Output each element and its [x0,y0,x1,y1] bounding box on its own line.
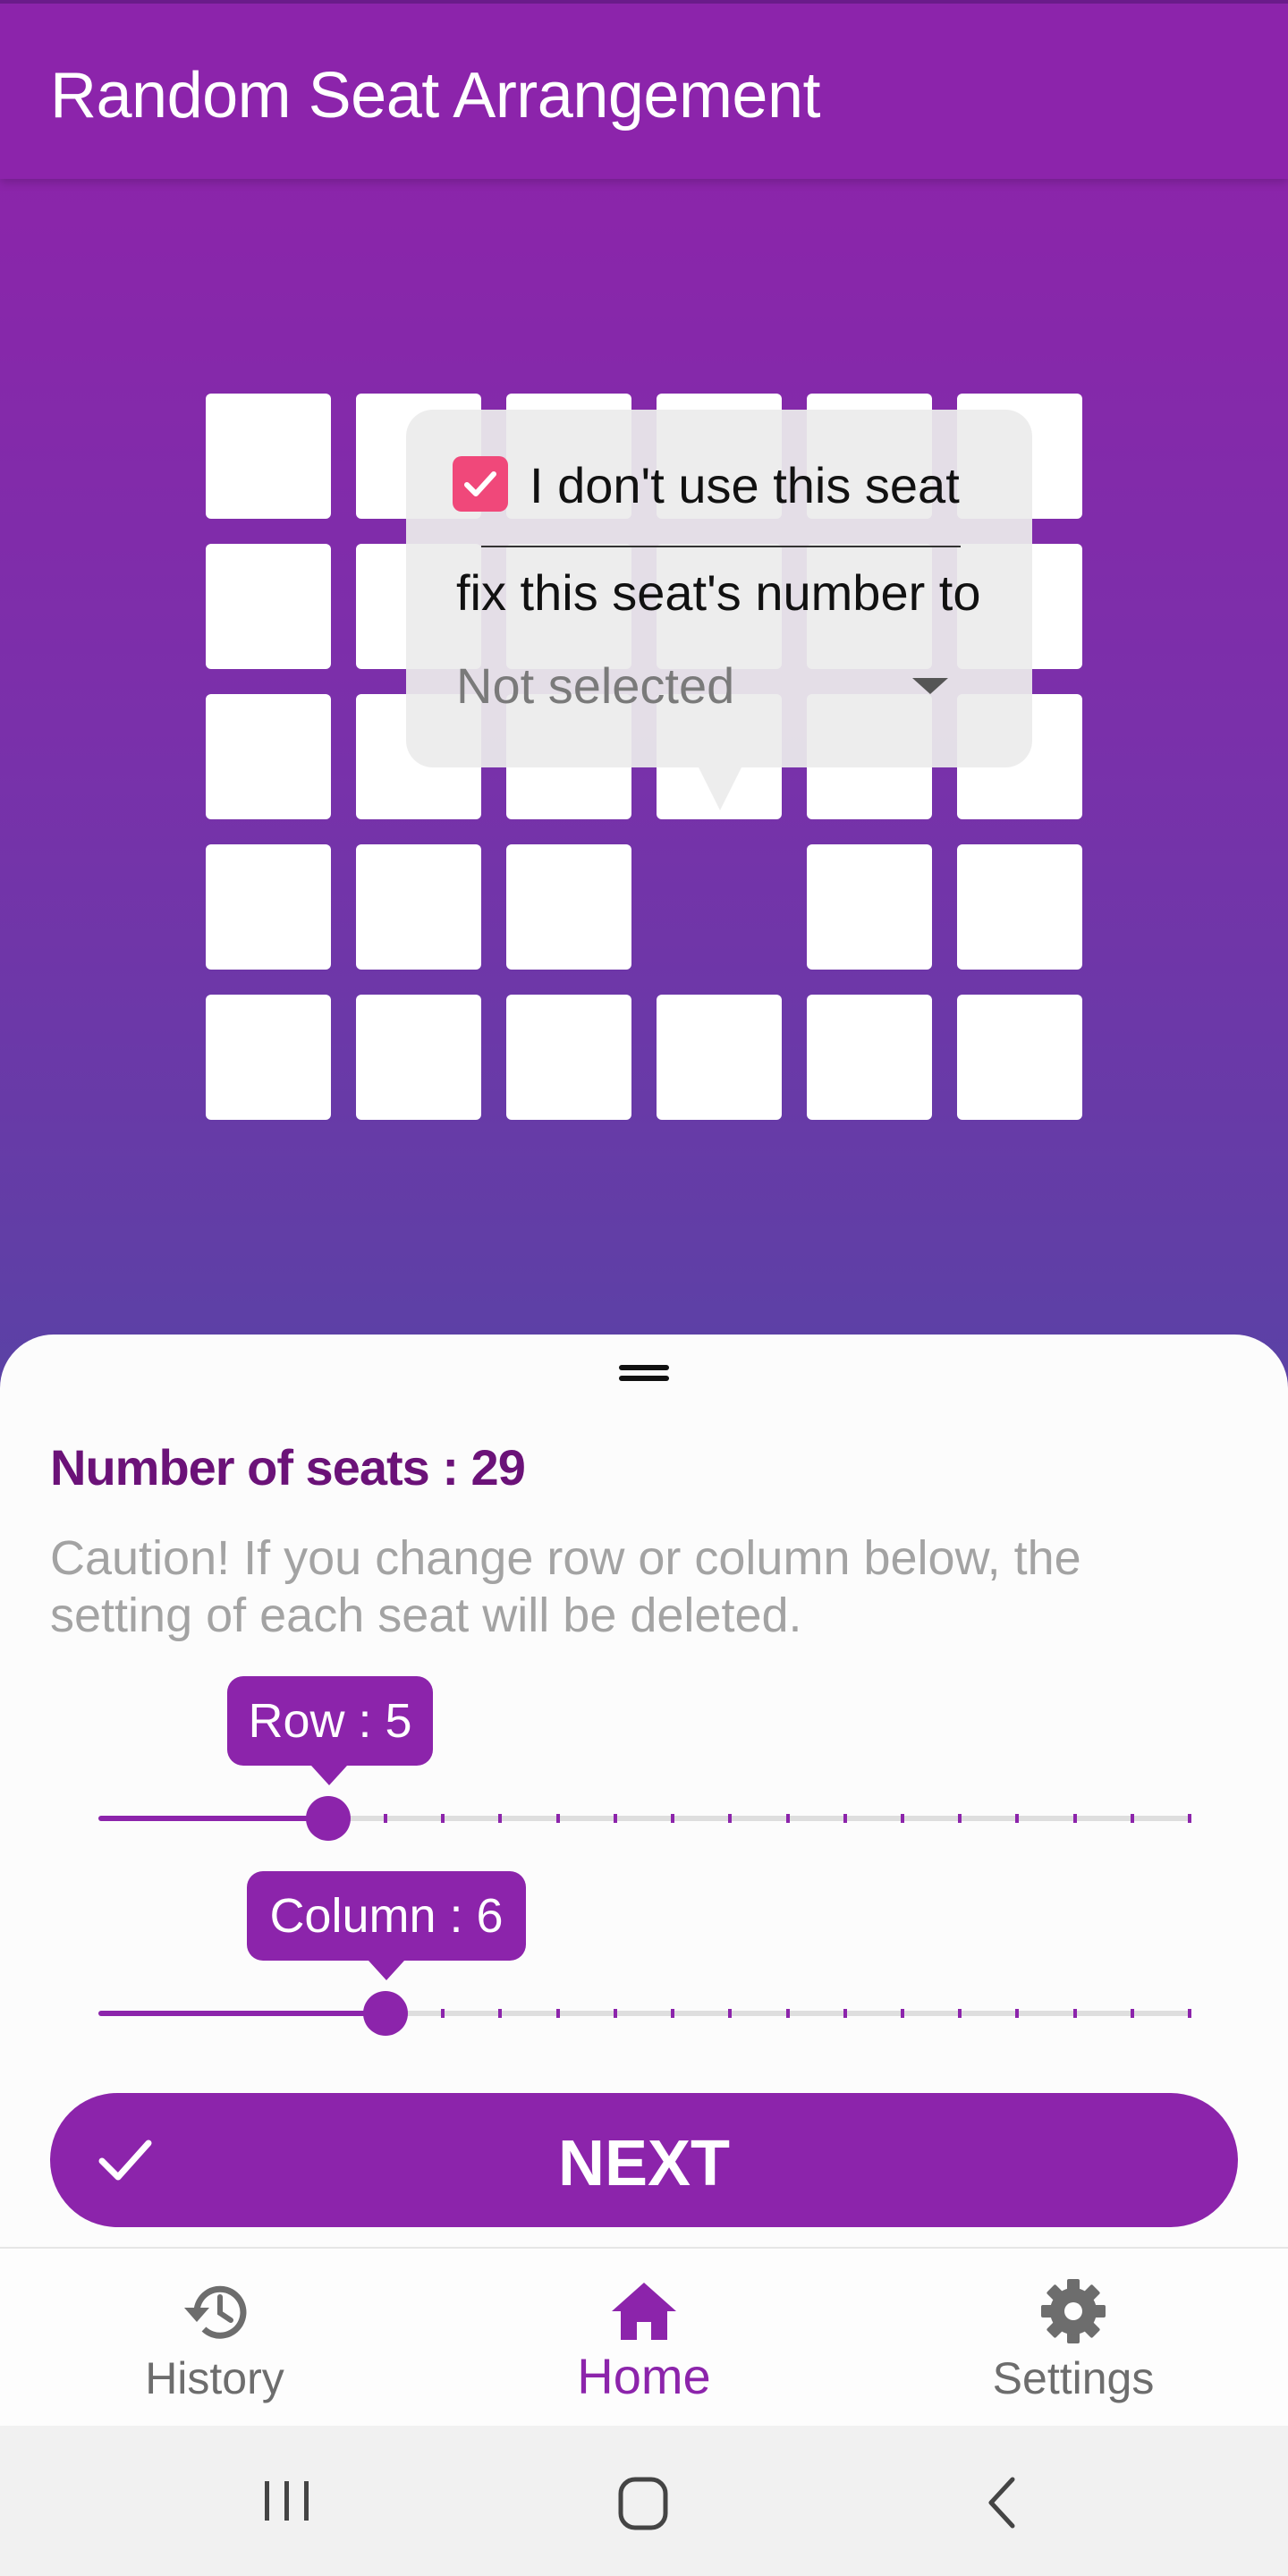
column-slider-tick [843,2009,847,2018]
dropdown-caret-icon[interactable] [912,678,948,694]
divider [481,546,961,547]
row-slider-fill [98,1816,328,1821]
row-slider-tick [1130,1814,1134,1823]
column-slider-tick [1130,2009,1134,2018]
gear-icon [1041,2279,1106,2343]
column-slider-tick [958,2009,962,2018]
back-icon[interactable] [984,2476,1020,2529]
row-slider-tick [613,1814,617,1823]
seat-options-popup: I don't use this seat fix this seat's nu… [406,410,1032,767]
seat[interactable] [356,844,481,970]
row-slider-thumb[interactable] [305,1796,351,1841]
column-value-label: Column : 6 [269,1889,504,1943]
seat[interactable] [206,394,331,519]
row-value-bubble: Row : 5 [227,1676,433,1766]
column-slider-tick [1188,2009,1191,2018]
seat[interactable] [657,995,782,1120]
popup-pointer [699,767,741,810]
check-icon [464,471,496,496]
nav-label-history: History [145,2353,284,2403]
sheet-drag-handle[interactable] [619,1361,669,1383]
fix-seat-number-label: fix this seat's number to [456,564,981,621]
column-slider-fill [98,2011,386,2016]
column-slider-thumb[interactable] [363,1991,409,2036]
seat[interactable] [206,544,331,669]
nav-item-home[interactable]: Home [501,2249,787,2428]
page-title: Random Seat Arrangement [50,60,821,131]
row-bubble-pointer [311,1766,347,1785]
row-slider-tick [1072,1814,1077,1823]
seat[interactable] [506,844,631,970]
column-slider-tick [498,2009,503,2018]
column-slider-tick [728,2009,733,2018]
seat[interactable] [957,844,1082,970]
bottom-navigation: History Home Settings [0,2247,1288,2426]
row-slider-tick [671,1814,675,1823]
column-slider-tick [671,2009,675,2018]
seat-count: Number of seats : 29 [50,1439,526,1496]
recent-apps-icon[interactable] [259,2476,315,2526]
seat[interactable] [206,995,331,1120]
row-slider-tick [958,1814,962,1823]
row-slider-tick [728,1814,733,1823]
row-slider-tick [555,1814,560,1823]
settings-sheet: Number of seats : 29 Caution! If you cha… [0,1335,1288,2247]
dont-use-seat-checkbox[interactable] [453,456,508,512]
caution-text: Caution! If you change row or column bel… [50,1531,1081,1642]
column-value-bubble: Column : 6 [247,1871,526,1961]
column-bubble-pointer [369,1961,404,1980]
column-slider-tick [441,2009,445,2018]
seat[interactable] [807,995,932,1120]
column-slider-tick [555,2009,560,2018]
column-slider[interactable] [98,1991,1191,2036]
row-slider-tick [384,1814,388,1823]
seat[interactable] [807,844,932,970]
seat[interactable] [957,995,1082,1120]
next-button-label: NEXT [557,2128,731,2199]
column-slider-tick [900,2009,904,2018]
seat[interactable] [206,844,331,970]
row-slider-tick [843,1814,847,1823]
column-slider-tick [785,2009,790,2018]
row-slider-tick [498,1814,503,1823]
row-slider[interactable] [98,1796,1191,1841]
column-slider-tick [613,2009,617,2018]
nav-item-settings[interactable]: Settings [930,2249,1216,2428]
next-button[interactable]: NEXT [50,2093,1238,2227]
home-icon [612,2283,676,2340]
row-value-label: Row : 5 [248,1694,412,1748]
column-slider-tick [1015,2009,1020,2018]
system-navigation-bar [0,2426,1288,2576]
row-slider-tick [1015,1814,1020,1823]
seat-grid-area [0,179,1288,1395]
row-slider-tick [900,1814,904,1823]
row-slider-tick [441,1814,445,1823]
column-slider-tick [1072,2009,1077,2018]
nav-label-settings: Settings [992,2353,1155,2403]
seat-number-dropdown-value: Not selected [456,657,735,714]
row-slider-tick [1188,1814,1191,1823]
seat[interactable] [506,995,631,1120]
seat[interactable] [206,694,331,819]
history-icon [184,2285,247,2339]
nav-item-history[interactable]: History [72,2249,358,2428]
app-bar: Random Seat Arrangement [0,0,1288,179]
seat[interactable] [356,995,481,1120]
nav-label-home: Home [577,2348,711,2404]
dont-use-seat-label[interactable]: I don't use this seat [530,456,960,514]
row-slider-tick [785,1814,790,1823]
home-system-icon[interactable] [615,2476,673,2533]
